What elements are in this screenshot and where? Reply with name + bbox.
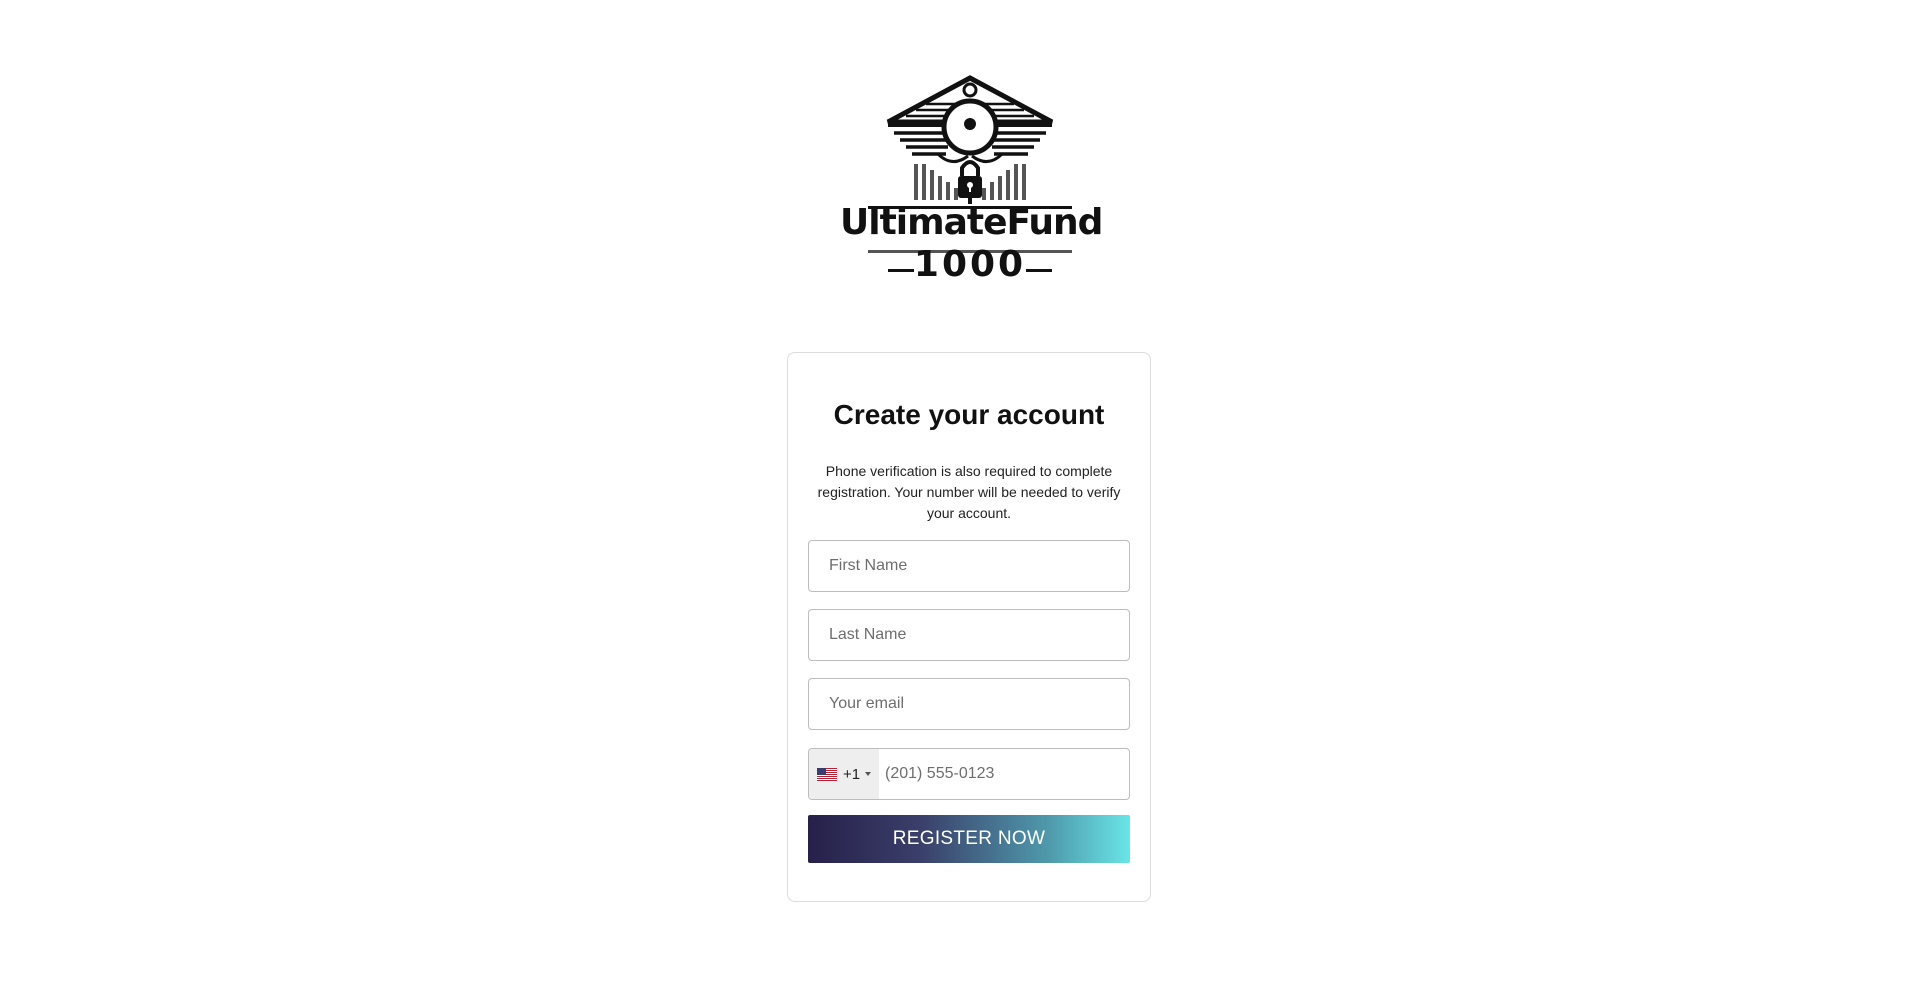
chevron-down-icon	[865, 772, 872, 776]
phone-field: +1	[808, 748, 1130, 800]
verification-notice: Phone verification is also required to c…	[817, 463, 1121, 521]
first-name-input[interactable]	[808, 540, 1130, 592]
register-button[interactable]: REGISTER NOW	[808, 815, 1130, 863]
page-title: Create your account	[833, 399, 1105, 430]
register-card: Create your account Phone verification i…	[787, 352, 1151, 902]
brand-logo: UltimateFund 1000	[840, 72, 1103, 297]
bank-padlock-logo-icon	[868, 75, 1072, 209]
phone-input[interactable]	[879, 749, 1129, 799]
email-input[interactable]	[808, 678, 1130, 730]
brand-name: UltimateFund	[840, 202, 1103, 243]
dial-code: +1	[843, 765, 861, 783]
us-flag-icon	[817, 767, 837, 781]
last-name-input[interactable]	[808, 609, 1130, 661]
country-code-selector[interactable]: +1	[809, 749, 879, 799]
brand-number: 1000	[913, 244, 1027, 285]
